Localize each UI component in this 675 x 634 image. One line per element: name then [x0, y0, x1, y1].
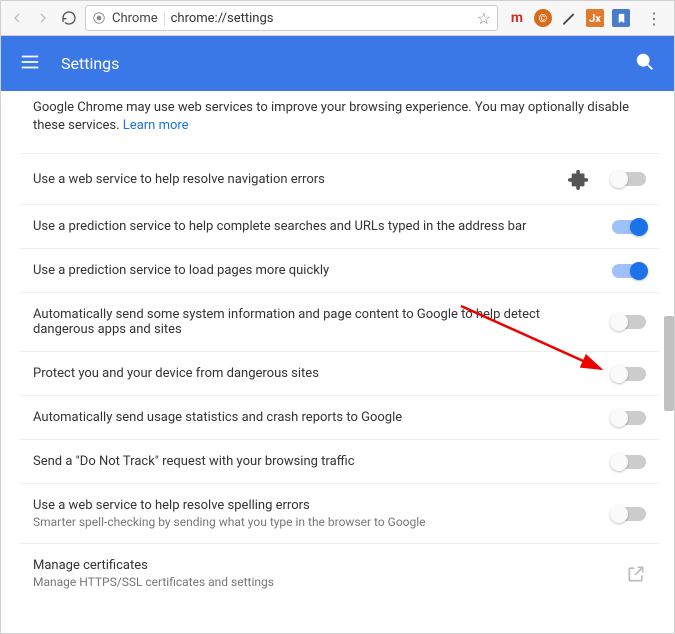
setting-title: Use a web service to help resolve naviga… — [33, 172, 556, 187]
settings-content: Google Chrome may use web services to im… — [1, 91, 674, 633]
setting-title: Use a prediction service to load pages m… — [33, 263, 600, 278]
setting-title: Manage certificates — [33, 558, 614, 573]
setting-row-nav-errors: Use a web service to help resolve naviga… — [19, 153, 660, 204]
setting-subtitle: Manage HTTPS/SSL certificates and settin… — [33, 575, 614, 589]
url-text: chrome://settings — [171, 11, 471, 26]
settings-header: Settings — [1, 36, 674, 91]
setting-text: Manage certificates Manage HTTPS/SSL cer… — [33, 558, 614, 589]
setting-title: Automatically send usage statistics and … — [33, 410, 600, 425]
setting-text: Automatically send usage statistics and … — [33, 410, 600, 425]
setting-row-auto-send-info: Automatically send some system informati… — [19, 292, 660, 351]
chrome-icon — [92, 11, 106, 25]
toggle-prediction-load[interactable] — [612, 264, 646, 278]
setting-title: Send a "Do Not Track" request with your … — [33, 454, 600, 469]
open-external-icon — [626, 564, 646, 584]
forward-button[interactable] — [33, 8, 53, 28]
setting-row-safe-browsing: Protect you and your device from dangero… — [19, 351, 660, 395]
toggle-safe-browsing[interactable] — [612, 367, 646, 381]
setting-row-usage-stats: Automatically send usage statistics and … — [19, 395, 660, 439]
bookmark-star-icon[interactable]: ☆ — [477, 9, 491, 28]
browser-toolbar: Chrome chrome://settings ☆ m © Jx ⋮ — [1, 1, 674, 36]
setting-title: Automatically send some system informati… — [33, 307, 600, 337]
setting-text: Use a web service to help resolve spelli… — [33, 498, 600, 529]
address-bar[interactable]: Chrome chrome://settings ☆ — [85, 5, 498, 31]
chrome-label: Chrome — [112, 11, 165, 26]
setting-text: Use a prediction service to load pages m… — [33, 263, 600, 278]
toggle-do-not-track[interactable] — [612, 455, 646, 469]
back-button[interactable] — [7, 8, 27, 28]
ext-jx-icon[interactable]: Jx — [586, 9, 604, 27]
setting-row-prediction-search: Use a prediction service to help complet… — [19, 204, 660, 248]
search-button[interactable] — [634, 51, 656, 77]
ext-m-icon[interactable]: m — [508, 9, 526, 27]
toggle-usage-stats[interactable] — [612, 411, 646, 425]
toggle-prediction-search[interactable] — [612, 220, 646, 234]
setting-text: Protect you and your device from dangero… — [33, 366, 600, 381]
ext-brush-icon[interactable] — [560, 9, 578, 27]
setting-row-do-not-track: Send a "Do Not Track" request with your … — [19, 439, 660, 483]
setting-text: Automatically send some system informati… — [33, 307, 600, 337]
toggle-auto-send-info[interactable] — [612, 315, 646, 329]
setting-text: Send a "Do Not Track" request with your … — [33, 454, 600, 469]
extension-puzzle-icon — [568, 168, 590, 190]
page-title: Settings — [61, 54, 614, 73]
scrollbar-thumb[interactable] — [664, 316, 674, 411]
toggle-spelling[interactable] — [612, 507, 646, 521]
toggle-nav-errors[interactable] — [612, 172, 646, 186]
setting-row-certificates[interactable]: Manage certificates Manage HTTPS/SSL cer… — [19, 543, 660, 603]
setting-title: Protect you and your device from dangero… — [33, 366, 600, 381]
setting-row-prediction-load: Use a prediction service to load pages m… — [19, 248, 660, 292]
setting-text: Use a web service to help resolve naviga… — [33, 172, 556, 187]
setting-text: Use a prediction service to help complet… — [33, 219, 600, 234]
menu-button[interactable] — [19, 51, 41, 77]
learn-more-link[interactable]: Learn more — [123, 118, 189, 133]
setting-row-spelling: Use a web service to help resolve spelli… — [19, 483, 660, 543]
ext-bookmark-icon[interactable] — [612, 9, 630, 27]
setting-title: Use a web service to help resolve spelli… — [33, 498, 600, 513]
reload-button[interactable] — [59, 8, 79, 28]
setting-subtitle: Smarter spell-checking by sending what y… — [33, 515, 600, 529]
ext-circle-icon[interactable]: © — [534, 9, 552, 27]
browser-menu-button[interactable]: ⋮ — [640, 9, 668, 28]
intro-text: Google Chrome may use web services to im… — [19, 99, 660, 153]
extension-icons: m © Jx — [504, 9, 634, 27]
setting-title: Use a prediction service to help complet… — [33, 219, 600, 234]
